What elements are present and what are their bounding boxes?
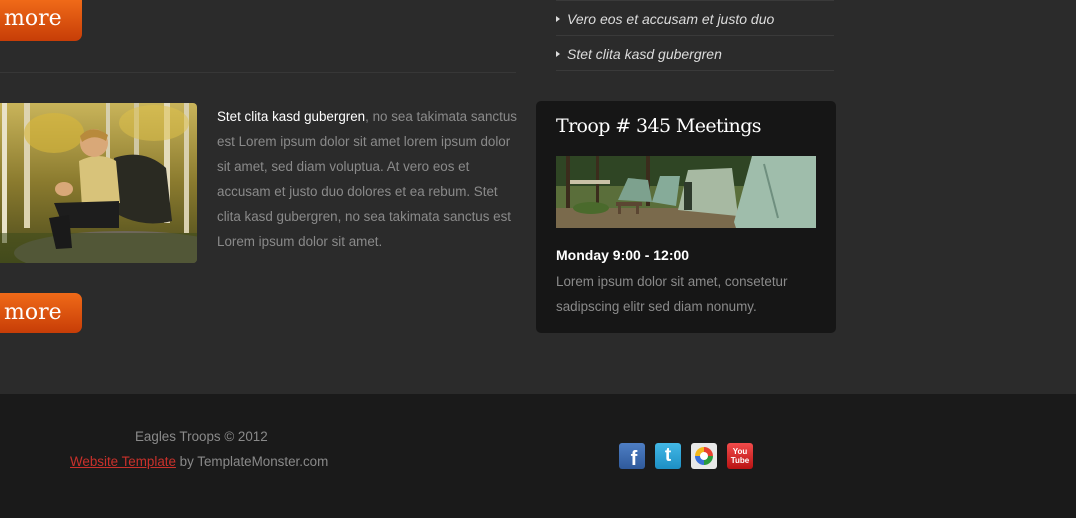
- campsite-tents-photo: [556, 156, 816, 228]
- list-item-label: Vero eos et accusam et justo duo: [567, 11, 775, 27]
- list-item[interactable]: Vero eos et accusam et justo duo: [556, 0, 834, 35]
- youtube-wordmark-bottom: Tube: [730, 456, 750, 465]
- meetings-panel: Troop # 345 Meetings Monday 9:00 - 12:00…: [536, 101, 836, 333]
- twitter-icon[interactable]: t: [655, 443, 681, 469]
- list-item[interactable]: Stet clita kasd gubergren: [556, 35, 834, 71]
- website-template-link[interactable]: Website Template: [70, 454, 176, 469]
- facebook-icon[interactable]: f: [619, 443, 645, 469]
- facebook-glyph: f: [630, 447, 638, 470]
- article-body: , no sea takimata sanctus est Lorem ipsu…: [217, 109, 517, 249]
- article-lead: Stet clita kasd gubergren: [217, 109, 366, 124]
- youtube-icon[interactable]: You Tube: [727, 443, 753, 469]
- meetings-title: Troop # 345 Meetings: [556, 115, 762, 137]
- triangle-bullet-icon: [556, 51, 560, 57]
- footer-credits: Website Template by TemplateMonster.com: [70, 454, 328, 469]
- list-item-label: Stet clita kasd gubergren: [567, 46, 722, 62]
- twitter-glyph: t: [664, 445, 672, 466]
- more-button-top[interactable]: more: [0, 0, 82, 41]
- section-divider: [0, 72, 516, 73]
- meeting-description: Lorem ipsum dolor sit amet, consetetur s…: [556, 274, 788, 314]
- triangle-bullet-icon: [556, 16, 560, 22]
- youtube-wordmark-top: You: [732, 447, 748, 456]
- boy-hiker-photo: [0, 103, 197, 263]
- copyright-text: Eagles Troops © 2012: [135, 429, 268, 444]
- youtube-wordmark: You Tube: [731, 447, 750, 465]
- meeting-time: Monday 9:00 - 12:00: [556, 247, 690, 263]
- more-button-bottom[interactable]: more: [0, 293, 82, 333]
- article-text: Stet clita kasd gubergren, no sea takima…: [217, 104, 517, 254]
- picasa-icon[interactable]: [691, 443, 717, 469]
- credits-by-text: by TemplateMonster.com: [175, 454, 329, 469]
- sidebar-link-list: Vero eos et accusam et justo duo Stet cl…: [556, 0, 834, 71]
